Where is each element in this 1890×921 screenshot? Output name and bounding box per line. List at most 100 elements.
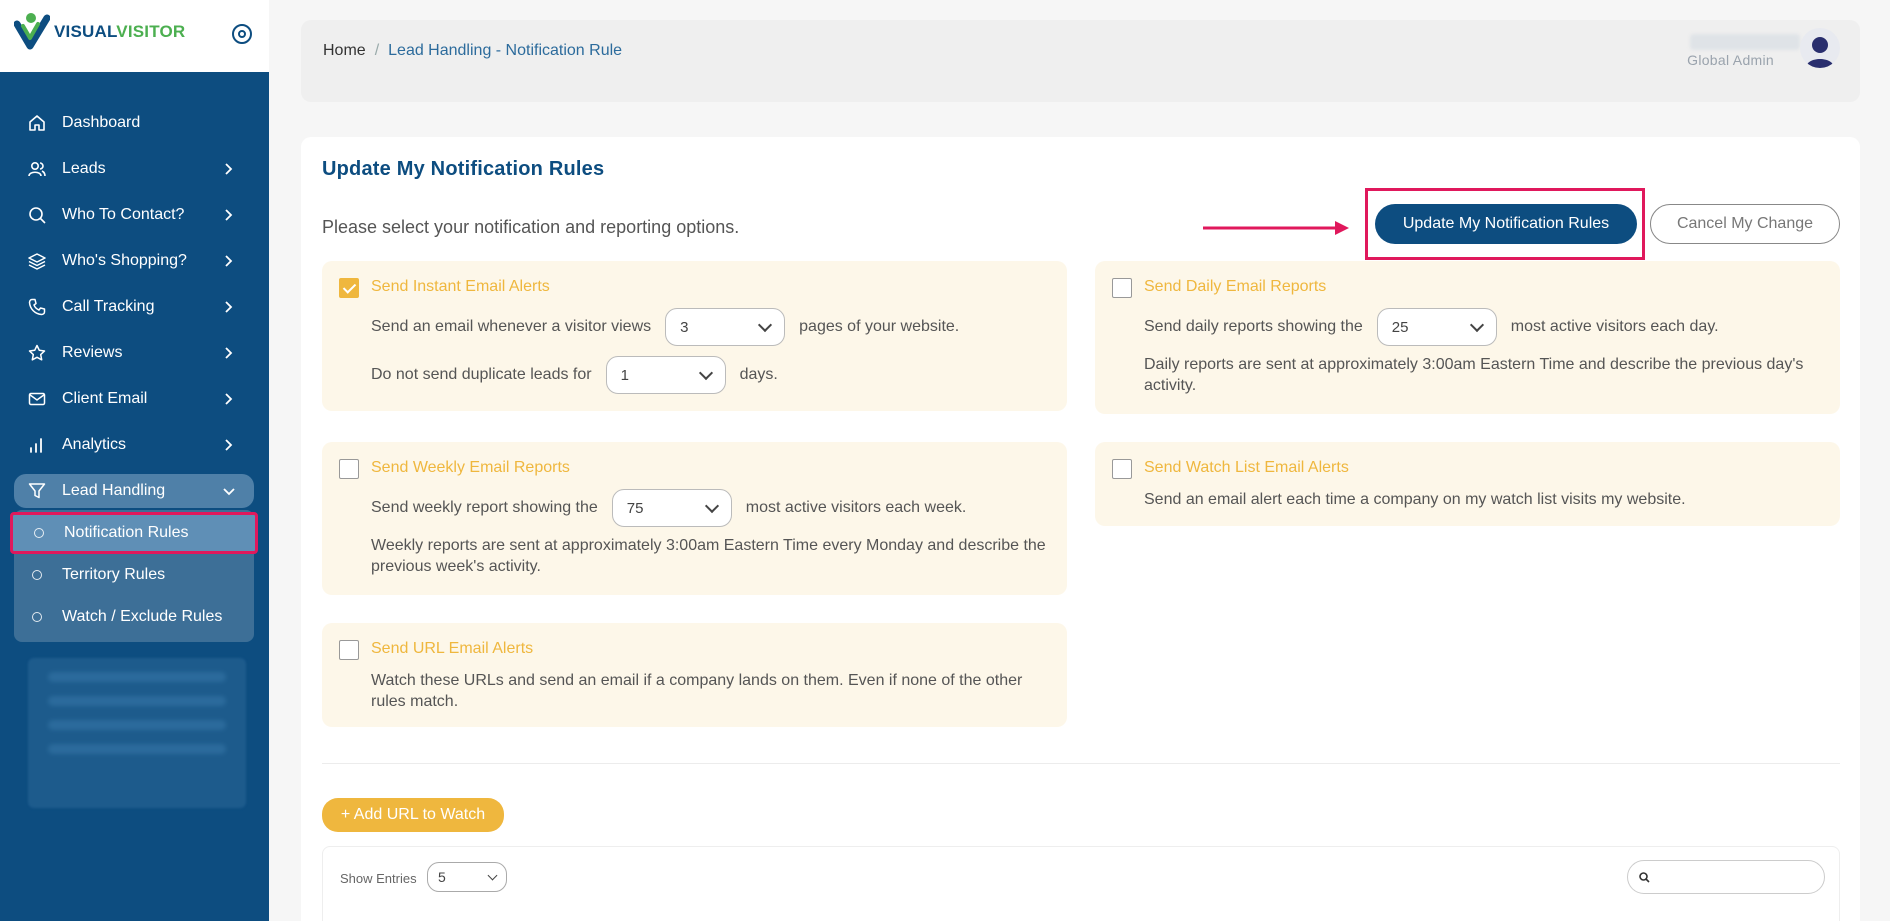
instant-email-alerts-panel: Send Instant Email Alerts Send an email … — [322, 261, 1067, 411]
show-entries-select[interactable]: 5 — [427, 862, 507, 892]
sidebar-subitem-watch-exclude-rules[interactable]: Watch / Exclude Rules — [14, 596, 254, 638]
phone-icon — [28, 298, 46, 316]
chevron-right-icon — [222, 390, 236, 408]
sidebar-item-call-tracking[interactable]: Call Tracking — [14, 284, 254, 330]
chevron-right-icon — [222, 436, 236, 454]
add-url-button[interactable]: + Add URL to Watch — [322, 798, 504, 832]
blurred-menu-items — [28, 658, 246, 808]
select-value: 1 — [620, 366, 629, 384]
circle-icon — [32, 612, 42, 622]
star-icon — [28, 344, 46, 362]
sidebar-subitem-territory-rules[interactable]: Territory Rules — [14, 554, 254, 596]
page-title: Update My Notification Rules — [322, 158, 605, 180]
sidebar-nav: Dashboard Leads Who To Contact? Who's Sh… — [10, 100, 258, 642]
sidebar-item-who-to-contact[interactable]: Who To Contact? — [14, 192, 254, 238]
select-value: 5 — [438, 869, 446, 885]
sidebar-item-label: Dashboard — [62, 114, 141, 131]
weekly-visitors-select[interactable]: 75 — [611, 489, 732, 527]
chevron-down-icon — [698, 365, 713, 380]
chevron-down-icon — [487, 870, 498, 880]
weekly-count-row: Send weekly report showing the 75 most a… — [371, 489, 966, 527]
pages-viewed-select[interactable]: 3 — [665, 308, 786, 346]
notification-rules-card: Update My Notification Rules Please sele… — [301, 137, 1860, 921]
url-table: Show Entries 5 — [322, 846, 1840, 921]
panel-title: Send Weekly Email Reports — [371, 459, 570, 476]
layers-icon — [28, 252, 46, 270]
search-input[interactable] — [1656, 867, 1816, 889]
daily-visitors-select[interactable]: 25 — [1376, 308, 1497, 346]
url-alerts-checkbox[interactable] — [339, 640, 359, 660]
user-avatar-icon — [1806, 37, 1834, 68]
sidebar-item-reviews[interactable]: Reviews — [14, 330, 254, 376]
sidebar-subitem-label: Notification Rules — [64, 524, 189, 541]
sidebar-item-analytics[interactable]: Analytics — [14, 422, 254, 468]
sidebar-item-label: Reviews — [62, 344, 123, 361]
sidebar-item-client-email[interactable]: Client Email — [14, 376, 254, 422]
row-label: days. — [739, 366, 778, 383]
sidebar-item-label: Call Tracking — [62, 298, 155, 315]
row-label: Do not send duplicate leads for — [371, 366, 592, 383]
user-name-blurred — [1690, 34, 1800, 50]
chevron-right-icon — [222, 206, 236, 224]
url-email-alerts-panel: Send URL Email Alerts Watch these URLs a… — [322, 623, 1067, 727]
logo-text: VISUALVISITOR — [54, 22, 186, 41]
breadcrumb: Home / Lead Handling - Notification Rule — [323, 42, 622, 60]
sidebar-subitem-label: Territory Rules — [62, 566, 166, 583]
sidebar: VISUALVISITOR Dashboard Leads Who To Con… — [0, 0, 269, 921]
table-search — [1627, 860, 1825, 894]
chevron-down-icon — [758, 317, 773, 332]
divider — [322, 763, 1840, 764]
chevron-right-icon — [222, 252, 236, 270]
weekly-reports-checkbox[interactable] — [339, 459, 359, 479]
circle-icon — [34, 528, 44, 538]
breadcrumb-home[interactable]: Home — [323, 42, 366, 60]
watch-list-alerts-panel: Send Watch List Email Alerts Send an ema… — [1095, 442, 1840, 526]
user-role: Global Admin — [1687, 52, 1774, 68]
sidebar-item-lead-handling[interactable]: Lead Handling — [14, 474, 254, 508]
arrow-right-icon — [1203, 221, 1349, 235]
search-icon — [1639, 872, 1650, 883]
lead-handling-submenu: Notification Rules Territory Rules Watch… — [10, 510, 258, 642]
daily-email-reports-panel: Send Daily Email Reports Send daily repo… — [1095, 261, 1840, 414]
sidebar-item-dashboard[interactable]: Dashboard — [14, 100, 254, 146]
row-label: Send weekly report showing the — [371, 499, 598, 516]
breadcrumb-current: Lead Handling - Notification Rule — [388, 42, 623, 59]
chevron-down-icon — [1469, 317, 1484, 332]
chevron-down-icon — [222, 483, 236, 501]
sidebar-item-leads[interactable]: Leads — [14, 146, 254, 192]
panel-title: Send Daily Email Reports — [1144, 278, 1327, 295]
circle-icon — [32, 570, 42, 580]
sidebar-item-label: Who's Shopping? — [62, 252, 187, 269]
select-value: 75 — [626, 499, 644, 517]
sidebar-item-label: Lead Handling — [62, 482, 166, 499]
cancel-change-button[interactable]: Cancel My Change — [1650, 204, 1840, 244]
sidebar-toggle-icon[interactable] — [232, 24, 252, 44]
chevron-right-icon — [222, 160, 236, 178]
daily-count-row: Send daily reports showing the 25 most a… — [1144, 308, 1719, 346]
update-rules-button[interactable]: Update My Notification Rules — [1375, 204, 1637, 244]
row-label: Send daily reports showing the — [1144, 318, 1363, 335]
sidebar-subitem-notification-rules[interactable]: Notification Rules — [10, 512, 258, 554]
chevron-down-icon — [704, 498, 719, 513]
avatar[interactable] — [1800, 28, 1840, 68]
mail-icon — [28, 390, 46, 408]
logo-bar: VISUALVISITOR — [0, 0, 269, 72]
app-logo[interactable]: VISUALVISITOR — [14, 12, 185, 52]
watch-list-checkbox[interactable] — [1112, 459, 1132, 479]
duplicate-days-row: Do not send duplicate leads for 1 days. — [371, 356, 778, 394]
users-icon — [28, 160, 46, 178]
watch-list-description: Send an email alert each time a company … — [1144, 491, 1686, 508]
sidebar-item-label: Client Email — [62, 390, 148, 407]
chevron-right-icon — [222, 298, 236, 316]
search-icon — [28, 206, 46, 224]
weekly-email-reports-panel: Send Weekly Email Reports Send weekly re… — [322, 442, 1067, 595]
breadcrumb-separator: / — [374, 42, 380, 59]
select-value: 25 — [1391, 318, 1409, 336]
sidebar-item-whos-shopping[interactable]: Who's Shopping? — [14, 238, 254, 284]
duplicate-days-select[interactable]: 1 — [605, 356, 726, 394]
instant-alerts-checkbox[interactable] — [339, 278, 359, 298]
views-threshold-row: Send an email whenever a visitor views 3… — [371, 308, 959, 346]
daily-reports-checkbox[interactable] — [1112, 278, 1132, 298]
row-label: most active visitors each week. — [745, 499, 967, 516]
row-label: pages of your website. — [799, 318, 960, 335]
